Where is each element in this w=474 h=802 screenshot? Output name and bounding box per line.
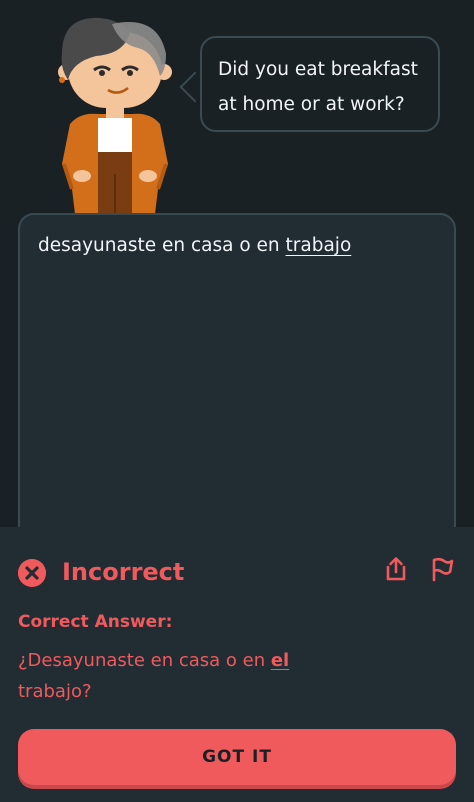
answer-input-area[interactable]: desayunaste en casa o en trabajo [18, 213, 456, 573]
speech-line-1: Did you eat breakfast [218, 59, 418, 80]
got-it-button[interactable]: GOT IT [18, 729, 456, 785]
status-title: Incorrect [62, 558, 185, 586]
answer-text: desayunaste en casa o en trabajo [38, 235, 351, 256]
flag-icon[interactable] [428, 555, 456, 583]
correct-answer-highlight: el [270, 650, 290, 671]
correct-answer-suffix: trabajo? [18, 681, 92, 702]
close-circle-icon [18, 559, 46, 587]
feedback-panel: Incorrect Correct Answer: ¿Desayunaste e… [0, 527, 474, 802]
character-avatar [58, 17, 172, 214]
correct-answer-text: ¿Desayunaste en casa o en el trabajo? [18, 645, 318, 707]
correct-answer-prefix: ¿Desayunaste en casa o en [18, 650, 271, 671]
speech-bubble: Did you eat breakfast at home or at work… [200, 36, 440, 132]
correct-answer-label: Correct Answer: [18, 612, 173, 632]
answer-text-underlined: trabajo [285, 235, 352, 256]
lesson-screen: Did you eat breakfast at home or at work… [0, 0, 474, 802]
share-icon[interactable] [382, 555, 410, 583]
answer-text-main: desayunaste en casa o en [38, 235, 286, 256]
speech-line-2: at home or at work? [218, 94, 405, 115]
